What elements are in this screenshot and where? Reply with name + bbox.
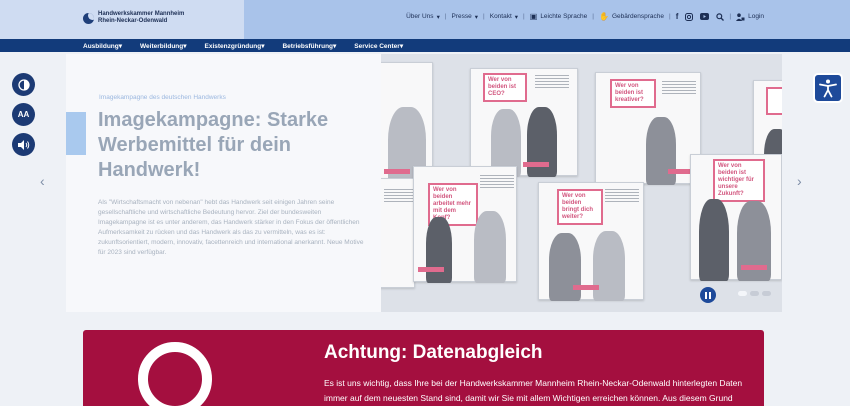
- contrast-icon: [17, 78, 30, 91]
- main-nav: Ausbildung▾ Weiterbildung▾ Existenzgründ…: [0, 39, 850, 52]
- accessibility-toolbar: AA: [12, 73, 35, 156]
- facebook-link[interactable]: f: [676, 12, 679, 21]
- link-ueber-uns[interactable]: Über Uns ▾: [406, 13, 440, 21]
- campaign-poster: [381, 178, 418, 288]
- font-size-icon: AA: [17, 110, 30, 119]
- top-links: Über Uns ▾ | Presse ▾ | Kontakt ▾ | ▣ Leicht…: [406, 12, 764, 21]
- speaker-icon: [17, 139, 29, 150]
- accessibility-menu-button[interactable]: [813, 73, 843, 103]
- poster-headline: Wer von beiden ist CEO?: [483, 73, 527, 102]
- data-sync-alert: Achtung: Datenabgleich Es ist uns wichti…: [83, 330, 764, 406]
- campaign-poster: Wer von beiden arbeitet mehr mit dem Kop…: [413, 166, 517, 283]
- slide-title[interactable]: Imagekampagne: Starke Werbemittel für de…: [98, 108, 368, 183]
- sign-language-icon: ✋: [599, 12, 609, 21]
- link-presse[interactable]: Presse ▾: [452, 13, 479, 21]
- link-leichte-sprache[interactable]: ▣ Leichte Sprache: [530, 12, 588, 21]
- nav-item-existenzgruendung[interactable]: Existenzgründung▾: [205, 42, 265, 50]
- slider-prev-button[interactable]: ‹: [40, 173, 45, 189]
- font-size-button[interactable]: AA: [12, 103, 35, 126]
- nav-item-service-center[interactable]: Service Center▾: [354, 42, 403, 50]
- youtube-link[interactable]: [700, 13, 710, 20]
- slider-dot[interactable]: [762, 291, 771, 296]
- slider-dot[interactable]: [738, 291, 747, 296]
- slider-next-button[interactable]: ›: [797, 173, 802, 189]
- user-lock-icon: [736, 12, 745, 21]
- chevron-right-icon: ›: [797, 173, 802, 189]
- poster-headline: Wer von beiden ist kreativer?: [610, 79, 656, 108]
- alert-title: Achtung: Datenabgleich: [324, 342, 543, 363]
- search-icon: [716, 12, 725, 21]
- link-gebaerdensprache[interactable]: ✋ Gebärdensprache: [599, 12, 664, 21]
- instagram-icon: [685, 12, 694, 21]
- campaign-poster: Wer von beiden bringt dich weiter?: [538, 182, 644, 301]
- nav-item-betriebsfuehrung[interactable]: Betriebsführung▾: [282, 42, 336, 50]
- youtube-icon: [700, 13, 710, 20]
- top-bar: Handwerkskammer Mannheim Rhein-Neckar-Od…: [0, 0, 850, 39]
- chevron-left-icon: ‹: [40, 173, 45, 189]
- logo-line-1: Handwerkskammer Mannheim: [98, 11, 185, 17]
- nav-item-weiterbildung[interactable]: Weiterbildung▾: [140, 42, 186, 50]
- nav-item-ausbildung[interactable]: Ausbildung▾: [83, 42, 122, 50]
- login-link[interactable]: Login: [736, 12, 764, 21]
- poster-headline: Wer von beiden bringt dich weiter?: [557, 189, 603, 225]
- slide-body: Als "Wirtschaftsmacht von nebenan" hebt …: [98, 199, 364, 256]
- accessibility-person-icon: [819, 79, 837, 98]
- facebook-icon: f: [675, 12, 679, 21]
- campaign-poster: Wer von beiden ist CEO?: [470, 68, 578, 177]
- slider-dots: [738, 291, 771, 296]
- poster-headline: Wer von beiden ist wichtiger für unsere …: [713, 159, 765, 202]
- logo[interactable]: Handwerkskammer Mannheim Rhein-Neckar-Od…: [83, 11, 184, 25]
- logo-mark-icon: [83, 12, 94, 24]
- alert-ring-graphic: [138, 342, 212, 406]
- campaign-poster: Wer von beiden ist wichtiger für unsere …: [690, 154, 782, 281]
- hero-slider: Imagekampagne des deutschen Handwerks Im…: [66, 54, 782, 312]
- slide-text-panel: Imagekampagne des deutschen Handwerks Im…: [66, 54, 381, 312]
- instagram-link[interactable]: [685, 12, 694, 21]
- easy-language-icon: ▣: [529, 12, 538, 21]
- link-kontakt[interactable]: Kontakt ▾: [490, 13, 518, 21]
- pause-icon: [705, 291, 711, 299]
- slide-eyebrow: Imagekampagne des deutschen Handwerks: [99, 94, 226, 101]
- slide-image: Wer von beiden ist CEO? Wer von beiden i…: [381, 54, 782, 312]
- contrast-button[interactable]: [12, 73, 35, 96]
- campaign-poster: Wer von beiden ist kreativer?: [595, 72, 701, 185]
- search-button[interactable]: [716, 12, 725, 21]
- slider-dot[interactable]: [750, 291, 759, 296]
- logo-line-2: Rhein-Neckar-Odenwald: [98, 18, 168, 24]
- slider-pause-button[interactable]: [700, 287, 716, 303]
- alert-body: Es ist uns wichtig, dass Ihre bei der Ha…: [324, 378, 743, 403]
- accent-bar: [66, 112, 86, 155]
- read-aloud-button[interactable]: [12, 133, 35, 156]
